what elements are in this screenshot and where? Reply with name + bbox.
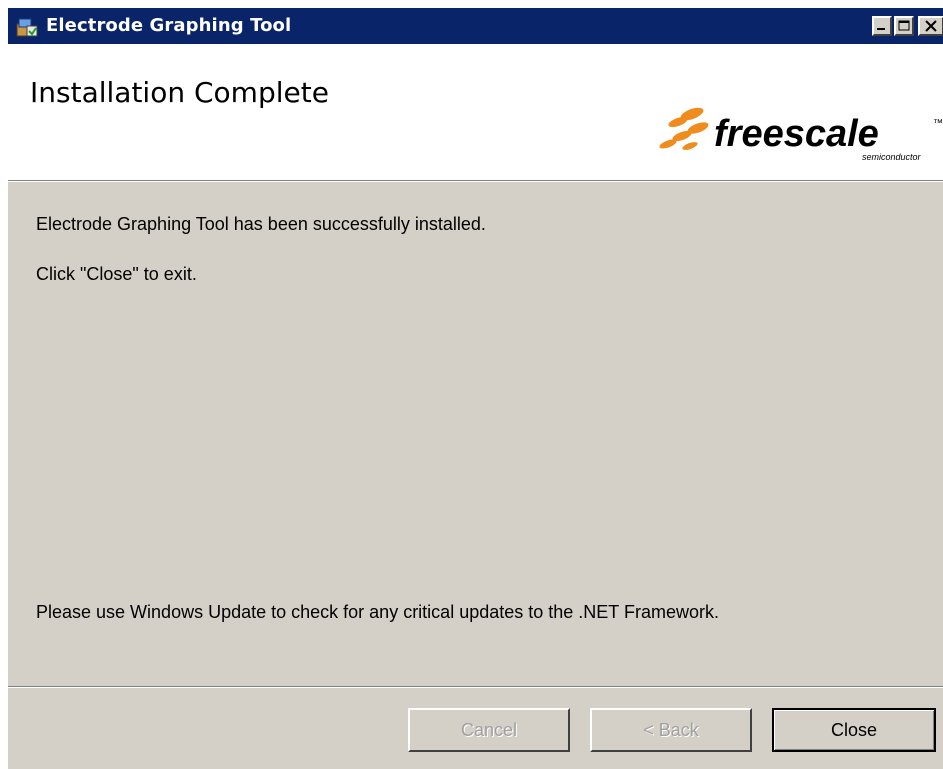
installer-package-icon (16, 16, 38, 38)
maximize-button[interactable] (894, 16, 914, 36)
installer-window: Electrode Graphing Tool Installation Com… (8, 8, 943, 769)
back-button[interactable]: < Back (590, 708, 752, 752)
close-window-button[interactable] (918, 16, 943, 36)
minimize-button[interactable] (872, 16, 892, 36)
title-bar[interactable]: Electrode Graphing Tool (8, 8, 943, 44)
maximize-icon (898, 20, 910, 31)
success-message: Electrode Graphing Tool has been success… (36, 214, 486, 234)
cancel-button[interactable]: Cancel (408, 708, 570, 752)
logo-wordmark: freescale (714, 113, 879, 155)
freescale-logo: freescale ™ semiconductor (648, 98, 943, 178)
logo-trademark: ™ (933, 118, 943, 129)
update-notice: Please use Windows Update to check for a… (36, 602, 719, 622)
logo-subtext: semiconductor (862, 152, 922, 162)
instruction-message: Click "Close" to exit. (36, 264, 197, 284)
close-icon (925, 20, 937, 32)
banner-divider-highlight (8, 181, 943, 182)
window-title: Electrode Graphing Tool (46, 15, 292, 36)
page-title: Installation Complete (30, 76, 329, 109)
close-button[interactable]: Close (772, 708, 936, 752)
footer-divider-highlight (8, 687, 943, 688)
header-banner: Installation Complete freescale ™ semico… (8, 44, 943, 180)
minimize-icon (877, 28, 885, 30)
